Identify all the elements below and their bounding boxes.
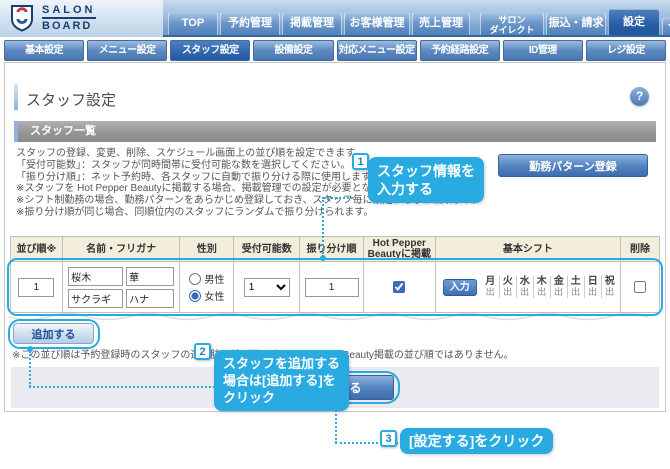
last-name-input[interactable] — [68, 266, 124, 286]
global-header: SALON BOARD TOP 予約管理 掲載管理 お客様管理 売上管理 サロン… — [0, 0, 670, 37]
settings-subnav: 基本設定 メニュー設定 スタッフ設定 設備設定 対応メニュー設定 予約経路設定 … — [4, 40, 666, 61]
order-input[interactable] — [18, 277, 55, 297]
first-name-input[interactable] — [126, 266, 175, 286]
tab-customer-mgmt[interactable]: お客様管理 — [344, 12, 410, 35]
subnav-menu-mapping-settings[interactable]: 対応メニュー設定 — [336, 40, 417, 61]
hpb-publish-checkbox[interactable] — [393, 281, 406, 293]
subnav-equipment-settings[interactable]: 設備設定 — [253, 40, 334, 61]
col-header-delete: 削除 — [621, 237, 659, 262]
shift-day-wed: 水出 — [515, 276, 533, 298]
staff-table: 並び順※ 名前・フリガナ 性別 受付可能数 振り分け順 Hot Pepper B… — [10, 236, 660, 313]
capacity-cell: 1 — [234, 262, 301, 312]
gender-male-radio[interactable] — [189, 272, 202, 285]
col-header-order: 並び順※ — [11, 237, 63, 262]
page-title: スタッフ設定 — [26, 92, 117, 109]
callout-1-endpoint — [320, 255, 326, 261]
tab-transfer-billing[interactable]: 振込・請求 — [546, 12, 606, 35]
gender-cell: 男性 女性 — [180, 262, 235, 312]
assign-order-cell — [300, 262, 364, 312]
logo-area[interactable]: SALON BOARD — [0, 0, 163, 37]
col-header-basic-shift: 基本シフト — [435, 237, 622, 262]
salon-board-logo-icon — [11, 5, 33, 32]
subnav-menu-settings[interactable]: メニュー設定 — [87, 40, 168, 61]
capacity-select[interactable]: 1 — [243, 277, 290, 297]
page-title-accent — [14, 84, 18, 110]
assign-order-input[interactable] — [304, 277, 359, 297]
tab-salon-direct[interactable]: サロン ダイレクト — [480, 12, 544, 35]
callout-1-connector — [322, 197, 324, 257]
shift-day-hol: 祝出 — [600, 276, 618, 298]
subnav-booking-route-settings[interactable]: 予約経路設定 — [419, 40, 500, 61]
callout-2-connector — [29, 351, 31, 387]
callout-2-connector — [29, 386, 215, 388]
main-nav: TOP 予約管理 掲載管理 お客様管理 売上管理 サロン ダイレクト 振込・請求… — [168, 9, 670, 35]
delete-cell — [621, 262, 659, 312]
hpb-cell — [363, 262, 436, 312]
callout-3-bubble: [設定する]をクリック — [400, 428, 554, 454]
callout-2-bubble: スタッフを追加する 場合は[追加する]を クリック — [214, 350, 350, 411]
subnav-staff-settings[interactable]: スタッフ設定 — [170, 40, 251, 61]
callout-3-connector — [335, 407, 337, 443]
order-cell — [11, 262, 63, 312]
gender-female-label: 女性 — [204, 292, 225, 303]
work-pattern-register-button[interactable]: 勤務パターン登録 — [498, 154, 648, 177]
gender-female-radio[interactable] — [189, 289, 202, 302]
salon-board-staff-settings-screen: SALON BOARD TOP 予約管理 掲載管理 お客様管理 売上管理 サロン… — [0, 0, 670, 469]
subnav-register-settings[interactable]: レジ設定 — [585, 40, 666, 61]
brand-salon: SALON — [42, 4, 96, 19]
brand-board: BOARD — [42, 20, 93, 32]
col-header-hpb: Hot Pepper Beautyに掲載 — [363, 237, 436, 262]
subnav-basic-settings[interactable]: 基本設定 — [4, 40, 85, 61]
col-header-capacity: 受付可能数 — [234, 237, 301, 262]
help-icon[interactable]: ? — [630, 87, 649, 106]
shift-day-sun: 日出 — [583, 276, 601, 298]
tab-sales-mgmt[interactable]: 売上管理 — [412, 12, 470, 35]
brand-wordmark: SALON BOARD — [42, 4, 96, 32]
shift-input-button[interactable]: 入力 — [442, 278, 477, 296]
shift-day-mon: 月出 — [485, 276, 496, 297]
shift-day-thu: 木出 — [532, 276, 550, 298]
table-header-row: 並び順※ 名前・フリガナ 性別 受付可能数 振り分け順 Hot Pepper B… — [11, 237, 659, 262]
col-header-gender: 性別 — [180, 237, 235, 262]
tab-settings[interactable]: 設定 — [608, 9, 660, 35]
callout-3-badge: 3 — [380, 430, 397, 447]
tab-top[interactable]: TOP — [168, 12, 218, 35]
shift-day-sat: 土出 — [566, 276, 584, 298]
callout-1-connector — [323, 197, 353, 199]
description-line: ※振り分け順が同じ場合、同順位内のスタッフにランダムで振り分けられます。 — [16, 206, 374, 218]
callout-2-badge: 2 — [194, 343, 211, 360]
gender-male-option[interactable]: 男性 — [189, 271, 224, 286]
tab-reservation-mgmt[interactable]: 予約管理 — [220, 12, 280, 35]
col-header-name: 名前・フリガナ — [62, 237, 181, 262]
name-cell — [62, 262, 181, 312]
first-kana-input[interactable] — [126, 288, 175, 308]
shift-day-tue: 火出 — [498, 276, 516, 298]
gender-male-label: 男性 — [204, 275, 225, 286]
delete-checkbox[interactable] — [634, 281, 647, 293]
col-header-assign-order: 振り分け順 — [300, 237, 364, 262]
staff-list-section-header: スタッフ一覧 — [14, 121, 656, 142]
callout-1-badge: 1 — [352, 153, 369, 170]
basic-shift-cell: 入力 月出 火出 水出 木出 金出 土出 日出 祝出 — [435, 262, 622, 312]
last-kana-input[interactable] — [68, 288, 124, 308]
staff-row: 男性 女性 1 入力 — [11, 262, 659, 312]
gender-female-option[interactable]: 女性 — [189, 288, 224, 303]
add-staff-button[interactable]: 追加する — [13, 323, 94, 344]
tab-listing-mgmt[interactable]: 掲載管理 — [282, 12, 342, 35]
callout-1-bubble: スタッフ情報を 入力する — [368, 157, 484, 203]
subnav-id-management[interactable]: ID管理 — [502, 40, 583, 61]
shift-day-fri: 金出 — [549, 276, 567, 298]
nav-dropdown-button[interactable] — [662, 17, 670, 35]
